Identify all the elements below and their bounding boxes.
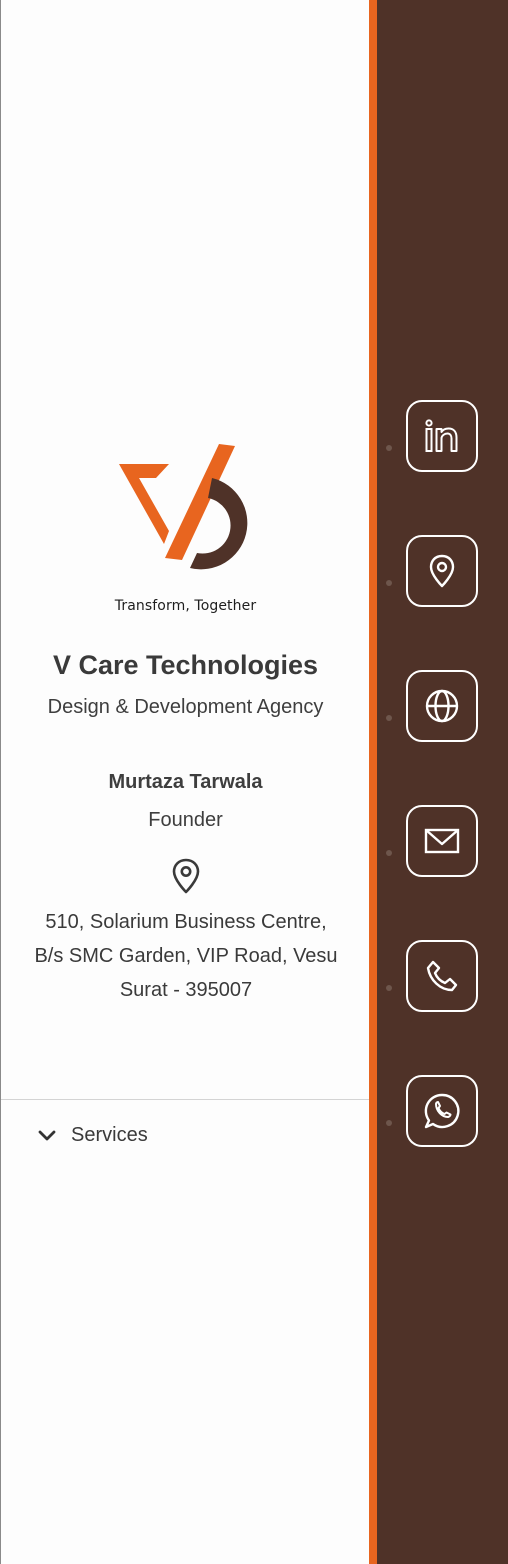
phone-button[interactable] xyxy=(406,940,478,1012)
divider xyxy=(1,1099,370,1100)
address-line-1: 510, Solarium Business Centre, xyxy=(45,911,327,933)
email-button[interactable] xyxy=(406,805,478,877)
accent-strip xyxy=(369,0,377,1564)
location-pin-icon xyxy=(172,858,200,894)
globe-icon xyxy=(425,689,459,723)
person-name: Murtaza Tarwala xyxy=(108,771,263,793)
indicator-dot xyxy=(386,580,392,586)
indicator-dot xyxy=(386,985,392,991)
company-name: V Care Technologies xyxy=(52,650,319,680)
mail-icon xyxy=(424,828,460,854)
services-toggle[interactable]: Services xyxy=(37,1124,148,1147)
whatsapp-button[interactable] xyxy=(406,1075,478,1147)
location-button[interactable] xyxy=(406,535,478,607)
location-icon xyxy=(429,554,455,588)
person-role: Founder xyxy=(148,809,223,831)
address-line-2: B/s SMC Garden, VIP Road, Vesu xyxy=(34,945,338,967)
company-subtitle: Design & Development Agency xyxy=(47,696,324,718)
profile-card: Transform, Together V Care Technologies … xyxy=(0,0,370,1564)
linkedin-icon xyxy=(425,419,458,452)
social-sidebar xyxy=(377,0,508,1564)
tagline: Transform, Together xyxy=(114,598,257,614)
indicator-dot xyxy=(386,1120,392,1126)
linkedin-button[interactable] xyxy=(406,400,478,472)
services-label: Services xyxy=(71,1124,148,1146)
indicator-dot xyxy=(386,715,392,721)
address: 510, Solarium Business Centre, B/s SMC G… xyxy=(11,905,361,1007)
chevron-down-icon xyxy=(38,1130,56,1140)
website-button[interactable] xyxy=(406,670,478,742)
whatsapp-icon xyxy=(424,1093,460,1129)
phone-icon xyxy=(426,960,458,992)
indicator-dot xyxy=(386,850,392,856)
indicator-dot xyxy=(386,445,392,451)
address-line-3: Surat - 395007 xyxy=(119,979,253,1001)
